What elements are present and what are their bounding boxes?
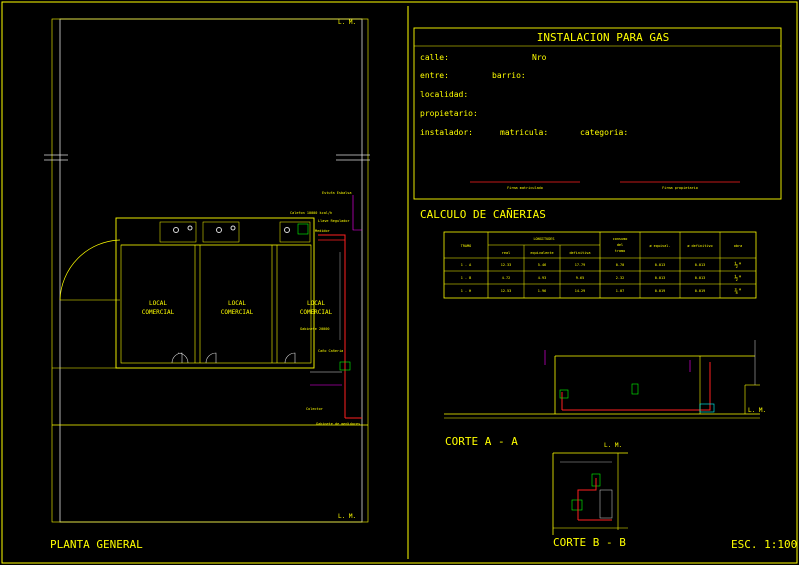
svg-text:0.013: 0.013 [695,263,706,267]
section-title: CORTE A - A [445,435,518,448]
svg-text:0.013: 0.013 [655,263,666,267]
svg-text:ø definitivo: ø definitivo [687,244,712,248]
svg-text:Gabinete de medidores: Gabinete de medidores [316,422,360,426]
svg-text:0.019: 0.019 [655,289,666,293]
room-label: LOCAL [149,300,167,307]
svg-text:obra: obra [734,244,742,248]
svg-text:Llave Regulador: Llave Regulador [318,219,350,223]
svg-text:5.46: 5.46 [538,263,546,267]
svg-text:ø equival.: ø equival. [649,244,670,248]
plan-view: LOCAL COMERCIAL LOCAL COMERCIAL LOCAL CO… [44,18,370,551]
svg-text:1 - A: 1 - A [461,263,472,267]
svg-text:Estufa Esbalsa: Estufa Esbalsa [322,191,352,195]
svg-text:Medidor: Medidor [315,229,330,233]
room-label: LOCAL [228,300,246,307]
lm-label: L. M. [338,513,356,520]
section-a-a: L. M. CORTE A - A [444,340,766,448]
svg-text:definitiva: definitiva [569,251,590,255]
svg-text:tramo: tramo [615,249,626,253]
field-calle: calle: [420,53,449,62]
title-block-heading: INSTALACION PARA GAS [537,31,669,44]
svg-text:consumo: consumo [613,237,628,241]
svg-text:equivalente: equivalente [530,251,553,255]
room-label: COMERCIAL [142,309,175,316]
svg-text:LONGITUDES: LONGITUDES [533,237,554,241]
table-row: 1 - H 12.53 1.96 14.29 1.07 0.019 0.019 … [461,288,742,295]
cad-drawing: LOCAL COMERCIAL LOCAL COMERCIAL LOCAL CO… [1,1,798,564]
svg-text:12.53: 12.53 [501,289,512,293]
door-swing [59,239,121,301]
section-b-b: L. M. CORTE B - B [552,442,628,549]
svg-text:Calefon 10000 kcal/h: Calefon 10000 kcal/h [290,211,332,215]
svg-text:0.013: 0.013 [695,276,706,280]
plan-title: PLANTA GENERAL [50,538,143,551]
svg-text:4.93: 4.93 [538,276,546,280]
field-entre: entre: [420,71,449,80]
svg-text:0.013: 0.013 [655,276,666,280]
field-instalador: instalador: [420,128,473,137]
svg-text:0.019: 0.019 [695,289,706,293]
svg-text:1 - H: 1 - H [461,289,472,293]
svg-text:2.32: 2.32 [616,276,624,280]
title-block: INSTALACION PARA GAS calle: Nro entre: b… [413,27,782,200]
svg-text:del: del [617,243,623,247]
svg-text:4.72: 4.72 [502,276,510,280]
lot-outline [51,18,369,523]
field-categoria: categoria: [580,128,628,137]
field-matricula: matricula: [500,128,548,137]
svg-text:14.29: 14.29 [575,289,586,293]
svg-text:1.96: 1.96 [538,289,546,293]
pipe-calc-table: CALCULO DE CAÑERIAS TRAMO LONGITUDES rea… [420,208,757,299]
signature-label: Firma matriculado [507,186,543,190]
table-row: 1 - B 4.72 4.93 9.65 2.32 0.013 0.013 ½" [461,275,742,282]
svg-text:1.07: 1.07 [616,289,624,293]
svg-text:½": ½" [734,262,741,269]
svg-text:real: real [502,251,510,255]
calc-title: CALCULO DE CAÑERIAS [420,208,546,221]
svg-text:Colector: Colector [306,407,323,411]
room-label: LOCAL [307,300,325,307]
room-label: COMERCIAL [300,309,333,316]
gas-pipe [577,478,597,520]
svg-text:12.33: 12.33 [501,263,512,267]
field-propietario: propietario: [420,109,478,118]
svg-text:TRAMO: TRAMO [461,244,472,248]
svg-text:0.70: 0.70 [616,263,624,267]
lm-label: L. M. [338,19,356,26]
room-label: COMERCIAL [221,309,254,316]
svg-text:L. M.: L. M. [748,407,766,414]
svg-text:½": ½" [734,275,741,282]
gas-pipe [562,362,711,411]
signature-label: Firma propietario [662,186,698,190]
field-localidad: localidad: [420,90,468,99]
field-nro: Nro [532,53,547,62]
lot-boundary [59,18,363,523]
svg-text:L. M.: L. M. [604,442,622,449]
svg-text:17.79: 17.79 [575,263,586,267]
svg-text:¾": ¾" [734,288,741,295]
svg-text:Gabinete 20000: Gabinete 20000 [300,327,330,331]
building-outline [115,217,315,369]
svg-text:Caño Cañeria: Caño Cañeria [318,349,343,353]
svg-text:1 - B: 1 - B [461,276,472,280]
section-title: CORTE B - B [553,536,626,549]
field-barrio: barrio: [492,71,526,80]
scale-label: ESC. 1:100 [731,538,797,551]
svg-text:9.65: 9.65 [576,276,584,280]
table-row: 1 - A 12.33 5.46 17.79 0.70 0.013 0.013 … [461,262,742,269]
